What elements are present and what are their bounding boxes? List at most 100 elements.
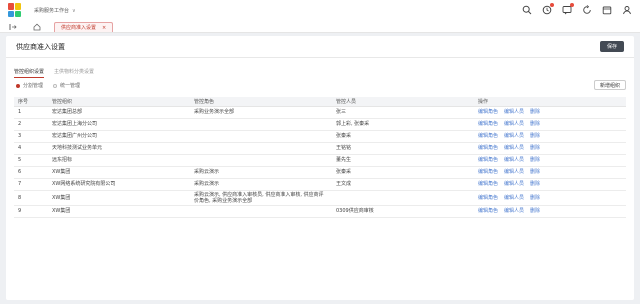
cell-org: 远东招标 bbox=[48, 154, 190, 167]
edit-person-link[interactable]: 编辑人员 bbox=[504, 109, 524, 115]
table-row: 2 宏达集团上海分公司 郭上彩, 张秦采 编辑角色 编辑人员 删除 bbox=[14, 118, 626, 131]
table-row: 4 天地科技测试业务单元 王铭铭 编辑角色 编辑人员 删除 bbox=[14, 142, 626, 155]
edit-role-link[interactable]: 编辑角色 bbox=[478, 109, 498, 115]
delete-link[interactable]: 删除 bbox=[530, 133, 540, 139]
radio-split-management[interactable]: 分割管理 bbox=[16, 82, 43, 89]
cell-org: XW集团 bbox=[48, 166, 190, 179]
save-button[interactable]: 保存 bbox=[599, 41, 624, 52]
cell-ops: 编辑角色 编辑人员 删除 bbox=[474, 142, 626, 155]
cell-role: 采购业务演示全部 bbox=[190, 106, 332, 119]
main-card: 供应商准入设置 保存 管控组织设置 主供物料分类设置 分割管理 统一管理 新增组… bbox=[6, 36, 634, 300]
calendar-icon[interactable] bbox=[600, 3, 614, 17]
cell-org: 宏达集团上海分公司 bbox=[48, 118, 190, 131]
edit-person-link[interactable]: 编辑人员 bbox=[504, 157, 524, 163]
delete-link[interactable]: 删除 bbox=[530, 121, 540, 127]
edit-person-link[interactable]: 编辑人员 bbox=[504, 208, 524, 214]
edit-role-link[interactable]: 编辑角色 bbox=[478, 195, 498, 201]
edit-person-link[interactable]: 编辑人员 bbox=[504, 195, 524, 201]
table-row: 1 宏达集团总部 采购业务演示全部 张三 编辑角色 编辑人员 删除 bbox=[14, 106, 626, 119]
subtab-control-org[interactable]: 管控组织设置 bbox=[14, 68, 45, 78]
col-header-person: 管控人员 bbox=[332, 97, 474, 107]
cell-no: 9 bbox=[14, 205, 48, 218]
radio-dot-checked bbox=[16, 83, 20, 88]
col-header-org: 管控组织 bbox=[48, 97, 190, 107]
cell-person: 张秦采 bbox=[332, 166, 474, 179]
delete-link[interactable]: 删除 bbox=[530, 169, 540, 175]
cell-person: 王铭铭 bbox=[332, 142, 474, 155]
chevron-down-icon: ∨ bbox=[72, 7, 76, 14]
table-row: 8 XW集团 采购云演示, 供应商准入审核员, 供应商准入审核, 供应商评价角色, … bbox=[14, 190, 626, 206]
delete-link[interactable]: 删除 bbox=[530, 195, 540, 201]
control-org-table: 序号 管控组织 管控角色 管控人员 操作 1 宏达集团总部 采购业务演示全部 张三 编辑… bbox=[14, 97, 626, 218]
delete-link[interactable]: 删除 bbox=[530, 181, 540, 187]
cell-org: XW集团 bbox=[48, 190, 190, 206]
delete-link[interactable]: 删除 bbox=[530, 157, 540, 163]
cell-org: XW集团 bbox=[48, 205, 190, 218]
edit-role-link[interactable]: 编辑角色 bbox=[478, 157, 498, 163]
cell-no: 5 bbox=[14, 154, 48, 167]
cell-person bbox=[332, 190, 474, 206]
cell-org: 宏达集团广州分公司 bbox=[48, 130, 190, 143]
cell-ops: 编辑角色 编辑人员 删除 bbox=[474, 178, 626, 191]
cell-ops: 编辑角色 编辑人员 删除 bbox=[474, 154, 626, 167]
search-icon[interactable] bbox=[520, 3, 534, 17]
tab-supplier-access-settings[interactable]: 供应商准入设置 × bbox=[54, 22, 114, 32]
edit-role-link[interactable]: 编辑角色 bbox=[478, 145, 498, 151]
radio-dot bbox=[53, 83, 58, 88]
delete-link[interactable]: 删除 bbox=[530, 109, 540, 115]
cell-org: 宏达集团总部 bbox=[48, 106, 190, 119]
cell-ops: 编辑角色 编辑人员 删除 bbox=[474, 130, 626, 143]
edit-role-link[interactable]: 编辑角色 bbox=[478, 208, 498, 214]
cell-person: 董先生 bbox=[332, 154, 474, 167]
table-header-row: 序号 管控组织 管控角色 管控人员 操作 bbox=[14, 97, 626, 107]
edit-person-link[interactable]: 编辑人员 bbox=[504, 133, 524, 139]
cell-no: 8 bbox=[14, 190, 48, 206]
radio-unified-management[interactable]: 统一管理 bbox=[53, 82, 80, 89]
radio-label: 分割管理 bbox=[23, 83, 44, 89]
cell-ops: 编辑角色 编辑人员 删除 bbox=[474, 190, 626, 206]
table-row: 9 XW集团 0309供应商审核 编辑角色 编辑人员 删除 bbox=[14, 205, 626, 218]
col-header-role: 管控角色 bbox=[190, 97, 332, 107]
clock-icon[interactable] bbox=[540, 3, 554, 17]
edit-person-link[interactable]: 编辑人员 bbox=[504, 145, 524, 151]
user-icon[interactable] bbox=[620, 3, 634, 17]
radio-label: 统一管理 bbox=[60, 83, 81, 89]
table-row: 6 XW集团 采购云演示 张秦采 编辑角色 编辑人员 删除 bbox=[14, 166, 626, 179]
app-title-label: 采购服务工作台 bbox=[34, 7, 70, 14]
cell-role: 采购云演示 bbox=[190, 178, 332, 191]
subtab-material-category[interactable]: 主供物料分类设置 bbox=[54, 68, 94, 78]
cell-role: 采购云演示 bbox=[190, 166, 332, 179]
cell-role bbox=[190, 118, 332, 131]
col-header-ops: 操作 bbox=[474, 97, 626, 107]
cell-person: 0309供应商审核 bbox=[332, 205, 474, 218]
refresh-icon[interactable] bbox=[580, 3, 594, 17]
edit-person-link[interactable]: 编辑人员 bbox=[504, 181, 524, 187]
delete-link[interactable]: 删除 bbox=[530, 145, 540, 151]
close-icon[interactable]: × bbox=[102, 25, 106, 31]
table-row: 3 宏达集团广州分公司 张秦采 编辑角色 编辑人员 删除 bbox=[14, 130, 626, 143]
edit-role-link[interactable]: 编辑角色 bbox=[478, 181, 498, 187]
app-title[interactable]: 采购服务工作台 ∨ bbox=[34, 7, 76, 14]
add-org-button[interactable]: 新增组织 bbox=[593, 80, 626, 90]
notification-badge bbox=[570, 3, 574, 7]
app-logo-icon[interactable] bbox=[8, 3, 22, 17]
edit-role-link[interactable]: 编辑角色 bbox=[478, 169, 498, 175]
cell-org: 天地科技测试业务单元 bbox=[48, 142, 190, 155]
tab-bar: 供应商准入设置 × bbox=[0, 20, 640, 33]
top-bar: 采购服务工作台 ∨ bbox=[0, 0, 640, 20]
menu-toggle-icon[interactable] bbox=[8, 22, 18, 32]
delete-link[interactable]: 删除 bbox=[530, 208, 540, 214]
message-icon[interactable] bbox=[560, 3, 574, 17]
table-row: 5 远东招标 董先生 编辑角色 编辑人员 删除 bbox=[14, 154, 626, 167]
tab-label: 供应商准入设置 bbox=[61, 25, 97, 31]
edit-person-link[interactable]: 编辑人员 bbox=[504, 169, 524, 175]
edit-person-link[interactable]: 编辑人员 bbox=[504, 121, 524, 127]
home-icon[interactable] bbox=[32, 22, 42, 32]
edit-role-link[interactable]: 编辑角色 bbox=[478, 121, 498, 127]
cell-person: 张三 bbox=[332, 106, 474, 119]
cell-role bbox=[190, 142, 332, 155]
edit-role-link[interactable]: 编辑角色 bbox=[478, 133, 498, 139]
cell-no: 1 bbox=[14, 106, 48, 119]
cell-role: 采购云演示, 供应商准入审核员, 供应商准入审核, 供应商评价角色, 采购业务演… bbox=[190, 190, 332, 206]
cell-no: 4 bbox=[14, 142, 48, 155]
